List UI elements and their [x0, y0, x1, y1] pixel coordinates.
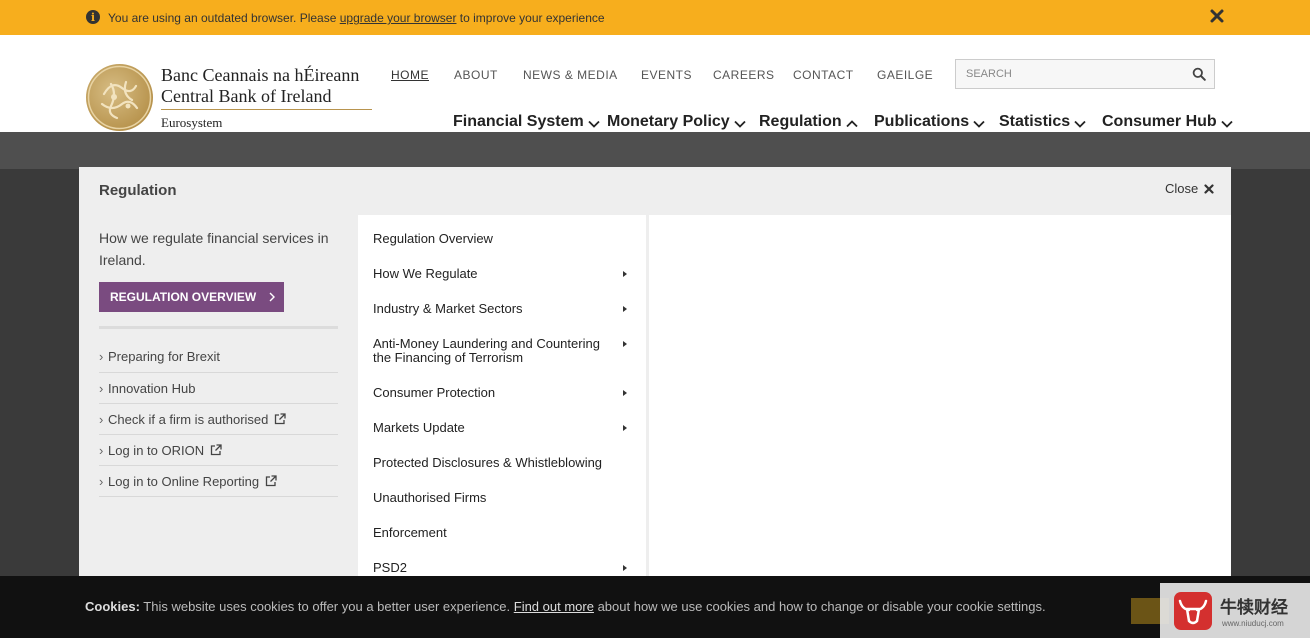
topnav-news-media[interactable]: NEWS & MEDIA — [523, 68, 618, 82]
topnav-gaeilge[interactable]: GAEILGE — [877, 68, 933, 82]
submenu-unauthorised-firms[interactable]: Unauthorised Firms — [373, 490, 643, 505]
chevron-down-icon — [588, 120, 600, 128]
alert-text: You are using an outdated browser. Pleas… — [108, 11, 605, 25]
mega-menu-left-column: How we regulate financial services in Ir… — [79, 215, 358, 599]
chevron-down-icon — [734, 120, 746, 128]
triangle-right-icon — [623, 341, 627, 347]
regulation-mega-menu: Regulation Close How we regulate financi… — [79, 167, 1231, 599]
submenu-markets-update[interactable]: Markets Update — [373, 420, 643, 435]
link-check-firm-authorised[interactable]: › Check if a firm is authorised — [99, 404, 338, 435]
topnav-about[interactable]: ABOUT — [454, 68, 498, 82]
cookie-banner: Cookies: This website uses cookies to of… — [0, 576, 1310, 638]
submenu-consumer-protection[interactable]: Consumer Protection — [373, 385, 643, 400]
topnav-contact[interactable]: CONTACT — [793, 68, 854, 82]
mainnav-regulation[interactable]: Regulation — [759, 113, 858, 134]
search-input[interactable] — [956, 60, 1186, 88]
close-icon — [1204, 183, 1214, 194]
external-link-icon — [275, 413, 287, 425]
regulation-description: How we regulate financial services in Ir… — [99, 230, 329, 268]
cookie-find-out-more-link[interactable]: Find out more — [514, 599, 594, 614]
mainnav-statistics[interactable]: Statistics — [999, 113, 1086, 131]
submenu-psd2[interactable]: PSD2 — [373, 560, 643, 575]
submenu-industry-market-sectors[interactable]: Industry & Market Sectors — [373, 301, 643, 316]
caret-right-icon: › — [99, 411, 104, 427]
triangle-right-icon — [623, 306, 627, 312]
topnav-careers[interactable]: CAREERS — [713, 68, 775, 82]
close-icon[interactable] — [1209, 8, 1225, 24]
mainnav-monetary-policy[interactable]: Monetary Policy — [607, 113, 746, 131]
site-header: Banc Ceannais na hÉireann Central Bank o… — [0, 35, 1310, 134]
caret-right-icon: › — [99, 442, 104, 458]
left-column-divider — [99, 326, 338, 329]
logo-irish-name: Banc Ceannais na hÉireann — [161, 65, 360, 85]
logo-english-name: Central Bank of Ireland — [161, 86, 332, 106]
chevron-down-icon — [973, 120, 985, 128]
triangle-right-icon — [623, 271, 627, 277]
watermark: 牛犊财经 www.niuducj.com — [1160, 583, 1310, 638]
topnav-events[interactable]: EVENTS — [641, 68, 692, 82]
mainnav-financial-system[interactable]: Financial System — [453, 113, 600, 131]
mega-menu-title: Regulation — [99, 182, 177, 199]
caret-right-icon: › — [99, 473, 104, 489]
external-link-icon — [265, 475, 277, 487]
link-log-in-online-reporting[interactable]: › Log in to Online Reporting — [99, 466, 338, 497]
search-box — [955, 59, 1215, 89]
mega-menu-close-button[interactable]: Close — [1165, 181, 1214, 196]
submenu-protected-disclosures[interactable]: Protected Disclosures & Whistleblowing — [373, 455, 643, 470]
regulation-submenu: Regulation Overview How We Regulate Indu… — [358, 215, 649, 599]
triangle-right-icon — [623, 565, 627, 571]
bull-head-logo-icon — [1174, 592, 1212, 630]
external-link-icon — [210, 444, 222, 456]
mainnav-consumer-hub[interactable]: Consumer Hub — [1102, 113, 1233, 131]
submenu-regulation-overview[interactable]: Regulation Overview — [373, 231, 643, 246]
search-icon[interactable] — [1192, 67, 1206, 81]
page-backdrop-strip — [0, 132, 1310, 169]
chevron-up-icon — [846, 119, 858, 127]
central-bank-seal-logo[interactable] — [86, 64, 153, 131]
logo-divider — [161, 109, 372, 110]
chevron-right-icon — [269, 292, 275, 302]
submenu-enforcement[interactable]: Enforcement — [373, 525, 643, 540]
mega-menu-header: Regulation Close — [79, 167, 1231, 215]
triangle-right-icon — [623, 390, 627, 396]
topnav-home[interactable]: HOME — [391, 68, 429, 82]
cookie-text: Cookies: This website uses cookies to of… — [85, 599, 1046, 614]
triangle-right-icon — [623, 425, 627, 431]
watermark-brand: 牛犊财经 — [1220, 598, 1288, 618]
outdated-browser-alert: i You are using an outdated browser. Ple… — [0, 0, 1310, 35]
watermark-url: www.niuducj.com — [1222, 619, 1284, 628]
submenu-anti-money-laundering[interactable]: Anti-Money Laundering and Countering the… — [373, 337, 627, 365]
mainnav-publications[interactable]: Publications — [874, 113, 985, 131]
info-icon: i — [86, 10, 100, 24]
upgrade-browser-link[interactable]: upgrade your browser — [340, 11, 457, 25]
link-innovation-hub[interactable]: › Innovation Hub — [99, 373, 338, 404]
link-preparing-for-brexit[interactable]: › Preparing for Brexit — [99, 345, 338, 373]
logo-eurosystem: Eurosystem — [161, 115, 223, 130]
submenu-how-we-regulate[interactable]: How We Regulate — [373, 266, 643, 281]
chevron-down-icon — [1221, 120, 1233, 128]
link-log-in-orion[interactable]: › Log in to ORION — [99, 435, 338, 466]
quick-links: › Preparing for Brexit › Innovation Hub › C… — [99, 345, 338, 497]
regulation-overview-button[interactable]: REGULATION OVERVIEW — [99, 282, 284, 312]
caret-right-icon: › — [99, 349, 104, 364]
chevron-down-icon — [1074, 120, 1086, 128]
caret-right-icon: › — [99, 380, 104, 396]
